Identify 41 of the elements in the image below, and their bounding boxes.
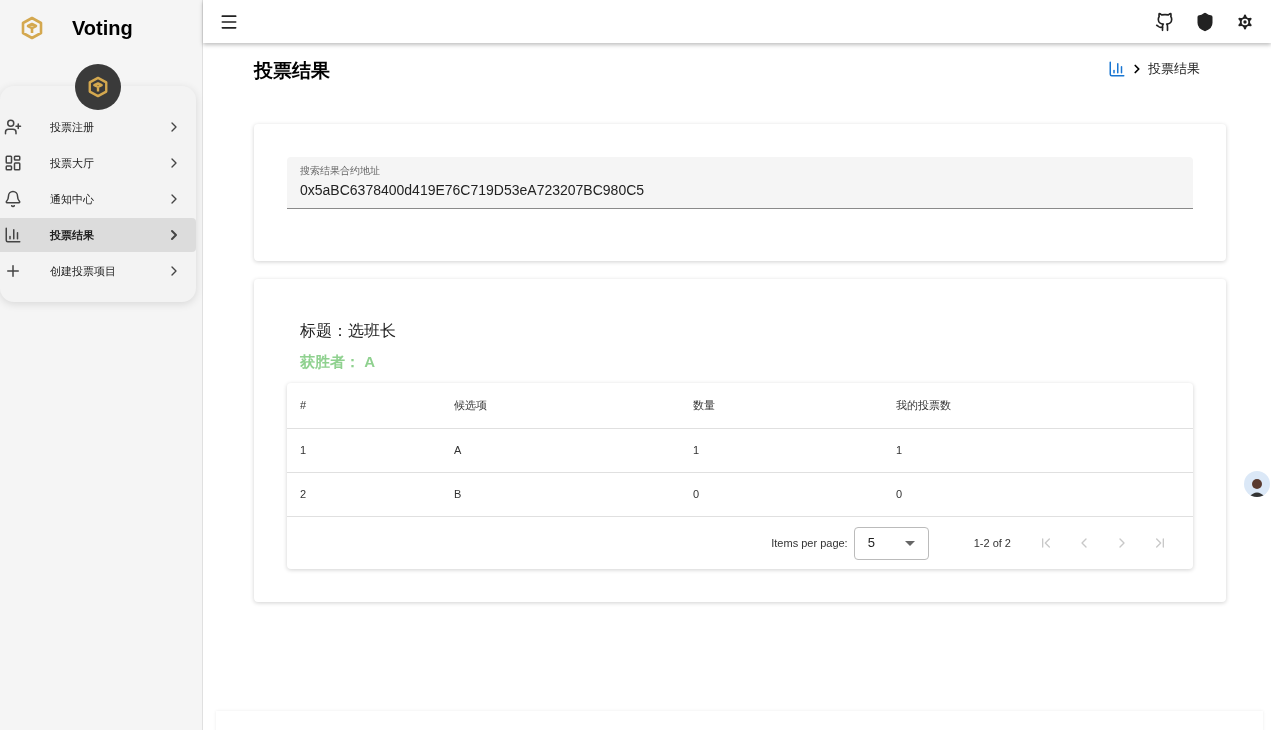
table-cell-text: 1 — [300, 443, 308, 459]
sidebar-item[interactable]: 投票注册 — [0, 110, 196, 144]
bell-icon — [4, 190, 22, 208]
dashboard-icon — [4, 154, 22, 172]
table-cell-text: A — [454, 443, 463, 459]
sidebar-item[interactable]: 通知中心 — [0, 182, 196, 216]
shield-icon[interactable] — [1195, 11, 1215, 32]
table-cell-text: 0 — [896, 487, 904, 503]
settings-icon[interactable] — [1235, 11, 1255, 32]
github-icon[interactable] — [1155, 11, 1175, 32]
logo-icon — [87, 76, 109, 98]
add-person-icon — [4, 118, 22, 136]
table-cell-text: 1 — [693, 443, 701, 459]
items-per-page-label: Items per page: — [771, 535, 848, 551]
address-field[interactable]: 搜索结果合约地址 0x5aBC6378400d419E76C719D53eA723207BC980C5 — [287, 156, 1193, 209]
column-header: # — [300, 398, 308, 414]
table-cell-text: B — [454, 487, 463, 503]
breadcrumb[interactable]: 投票结果 — [1148, 59, 1200, 79]
table-cell-text: 0 — [693, 487, 701, 503]
column-header: 我的投票数 — [896, 398, 952, 414]
page-range: 1-2 of 2 — [973, 535, 1011, 551]
table-cell-text: 1 — [896, 443, 904, 459]
page-title: 投票结果 — [254, 59, 330, 83]
sidebar-item[interactable]: 投票结果 — [0, 218, 196, 252]
column-header: 数量 — [693, 398, 716, 414]
field-label: 搜索结果合约地址 — [300, 163, 381, 178]
bar-chart-icon — [4, 226, 22, 244]
bar-chart-icon — [1108, 59, 1126, 78]
page-size-select[interactable]: 5 — [853, 526, 929, 560]
winner-label: 获胜者： A — [299, 351, 376, 372]
logo-icon — [20, 16, 44, 40]
address-input[interactable]: 0x5aBC6378400d419E76C719D53eA723207BC980C5 — [300, 179, 1180, 201]
app-title: Voting — [72, 16, 133, 41]
sidebar-item[interactable]: 投票大厅 — [0, 146, 196, 180]
sidebar-item[interactable]: 创建投票项目 — [0, 254, 196, 288]
dropdown-arrow-icon — [904, 540, 915, 546]
result-title: 标题：选班长 — [299, 320, 397, 341]
plus-icon — [4, 262, 22, 280]
assistant-avatar[interactable] — [1244, 471, 1270, 497]
table-cell-text: 2 — [300, 487, 308, 503]
column-header: 候选项 — [454, 398, 488, 414]
